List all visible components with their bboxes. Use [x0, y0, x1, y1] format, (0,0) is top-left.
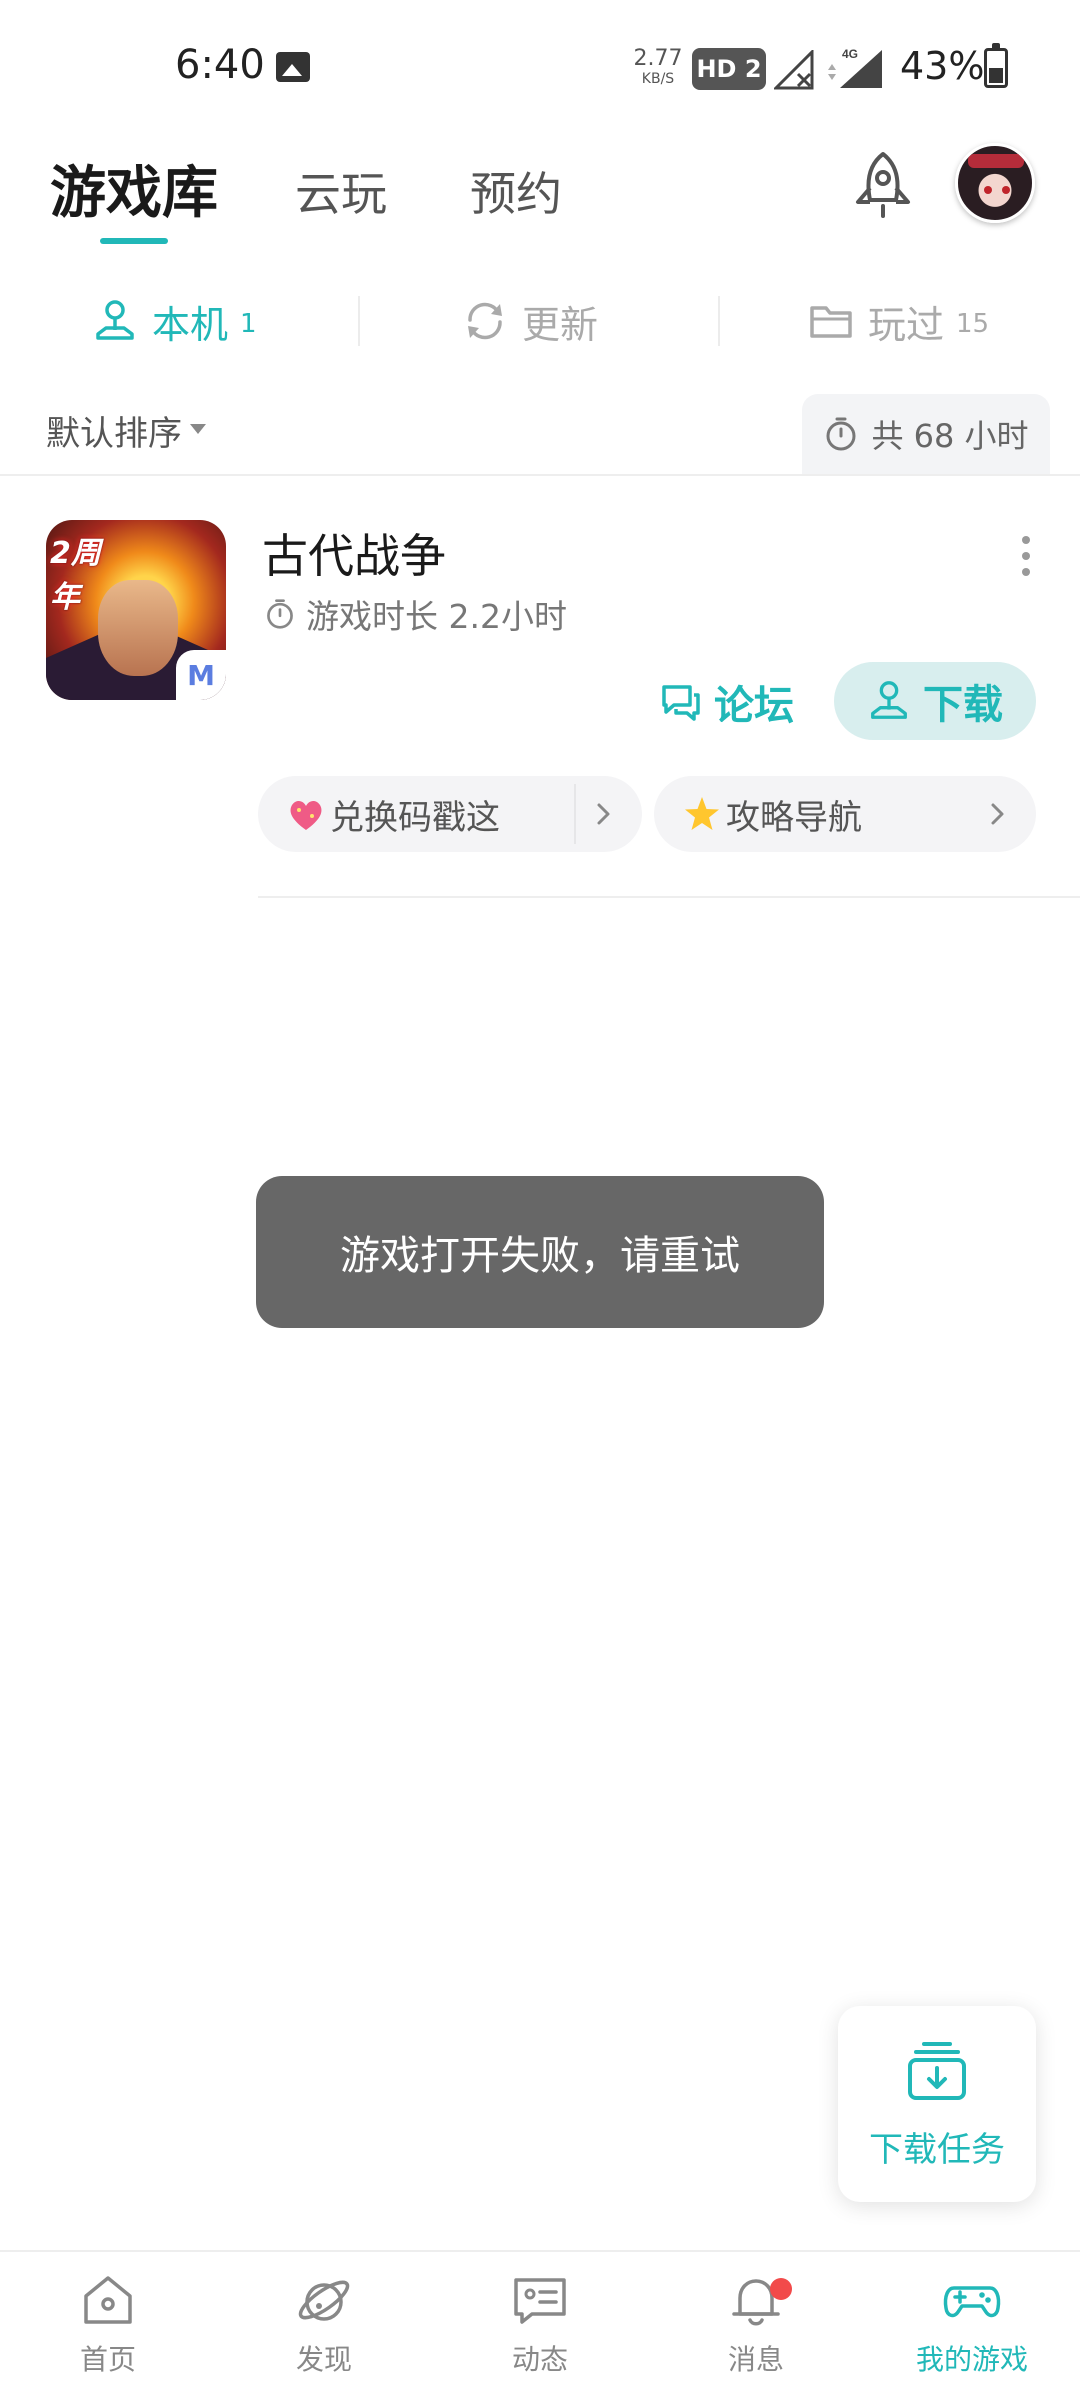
- chip-redeem-code[interactable]: 兑换码戳这: [258, 776, 642, 852]
- sub-tab-bar: 本机 1 更新 玩过 15: [0, 280, 1080, 362]
- subtab-divider: [358, 296, 360, 346]
- active-tab-indicator: [100, 238, 168, 244]
- stopwatch-icon: [826, 417, 856, 451]
- nav-my-games[interactable]: 我的游戏: [864, 2252, 1080, 2400]
- hd-voice-badge: HD 2: [692, 48, 766, 90]
- download-button-label: 下载: [923, 682, 1003, 728]
- forum-button-label: 论坛: [714, 683, 794, 729]
- nav-discover[interactable]: 发现: [216, 2252, 432, 2400]
- download-tasks-button[interactable]: 下载任务: [838, 2006, 1036, 2202]
- more-options-icon[interactable]: [1014, 536, 1038, 586]
- subtab-divider: [718, 296, 720, 346]
- notification-badge: [770, 2278, 792, 2300]
- game-playtime: 游戏时长 2.2小时: [264, 590, 567, 638]
- download-tray-icon: [908, 2041, 966, 2100]
- sort-dropdown[interactable]: 默认排序: [46, 406, 182, 455]
- subtab-played-count: 15: [956, 309, 990, 339]
- forum-icon: [662, 685, 700, 721]
- home-icon: [84, 2276, 132, 2324]
- subtab-update[interactable]: 更新: [462, 280, 598, 362]
- network-type-text: 4G: [842, 47, 858, 61]
- download-button[interactable]: 下载: [834, 662, 1036, 740]
- refresh-icon: [468, 302, 502, 340]
- subtab-update-label: 更新: [522, 302, 599, 347]
- signal-4g-icon: 4G: [828, 47, 882, 88]
- tab-reservation[interactable]: 预约: [470, 158, 562, 224]
- chip-redeem-label: 兑换码戳这: [330, 797, 500, 838]
- stopwatch-icon: [267, 599, 293, 629]
- subtab-played-label: 玩过: [868, 302, 945, 347]
- bottom-navigation: 首页 发现 动态 消息 我的游戏: [0, 2250, 1080, 2400]
- nav-feed-label: 动态: [511, 2343, 568, 2376]
- platform-badge-icon: M: [176, 650, 226, 700]
- game-app-icon[interactable]: 2周年 M: [46, 520, 226, 700]
- game-playtime-text: 游戏时长 2.2小时: [306, 597, 567, 636]
- game-title[interactable]: 古代战争: [262, 520, 446, 586]
- nav-messages-label: 消息: [727, 2343, 784, 2376]
- status-bar: 6:40 2.77 KB/S HD 2 4G 43%: [0, 0, 1080, 130]
- tab-game-library[interactable]: 游戏库: [50, 148, 218, 229]
- planet-icon: [298, 2280, 350, 2321]
- rocket-icon[interactable]: [848, 150, 918, 220]
- network-speed-value: 2.77: [633, 46, 683, 71]
- network-speed: 2.77 KB/S: [630, 46, 686, 87]
- total-playtime-text: 共 68 小时: [871, 417, 1029, 455]
- nav-home[interactable]: 首页: [0, 2252, 216, 2400]
- toast-message: 游戏打开失败，请重试: [256, 1176, 824, 1328]
- anniversary-badge: 2周年: [50, 536, 101, 615]
- chip-guide-nav[interactable]: 攻略导航: [654, 776, 1036, 852]
- top-tab-bar: 游戏库 云玩 预约: [0, 130, 1080, 250]
- nav-feed[interactable]: 动态: [432, 2252, 648, 2400]
- battery-icon: [984, 43, 1008, 88]
- nav-messages[interactable]: 消息: [648, 2252, 864, 2400]
- sort-row: 默认排序 共 68 小时: [0, 394, 1080, 474]
- app-root: 6:40 2.77 KB/S HD 2 4G 43% 游戏库 云玩 预约 本机 …: [0, 0, 1080, 2400]
- chat-card-icon: [514, 2278, 566, 2324]
- nav-home-label: 首页: [79, 2343, 136, 2376]
- joystick-icon: [871, 681, 907, 719]
- gamepad-icon: [943, 2286, 1001, 2318]
- battery-percent: 43%: [900, 44, 985, 88]
- download-tasks-label: 下载任务: [869, 2129, 1005, 2170]
- total-playtime-box: 共 68 小时: [802, 394, 1050, 474]
- chip-guide-label: 攻略导航: [726, 797, 862, 838]
- nav-my-games-label: 我的游戏: [915, 2343, 1028, 2376]
- user-avatar[interactable]: [955, 143, 1035, 223]
- subtab-local[interactable]: 本机 1: [92, 280, 257, 362]
- status-time: 6:40: [175, 42, 265, 88]
- joystick-icon: [96, 300, 134, 340]
- subtab-local-count: 1: [240, 309, 257, 339]
- gallery-notification-icon: [276, 52, 310, 82]
- subtab-played[interactable]: 玩过 15: [808, 280, 989, 362]
- divider: [258, 896, 1080, 898]
- caret-down-icon[interactable]: [190, 424, 206, 434]
- sparkling-heart-icon: [290, 800, 322, 830]
- chevron-right-icon: [991, 803, 1004, 825]
- signal-no-service-icon: [774, 50, 814, 90]
- folder-icon: [810, 306, 852, 338]
- tab-cloud-play[interactable]: 云玩: [295, 158, 387, 224]
- network-speed-unit: KB/S: [641, 71, 675, 87]
- subtab-local-label: 本机: [152, 302, 229, 347]
- divider: [0, 474, 1080, 476]
- forum-button[interactable]: 论坛: [660, 664, 794, 740]
- nav-discover-label: 发现: [295, 2343, 352, 2376]
- glowing-star-icon: [685, 797, 719, 830]
- chevron-right-icon: [597, 803, 610, 825]
